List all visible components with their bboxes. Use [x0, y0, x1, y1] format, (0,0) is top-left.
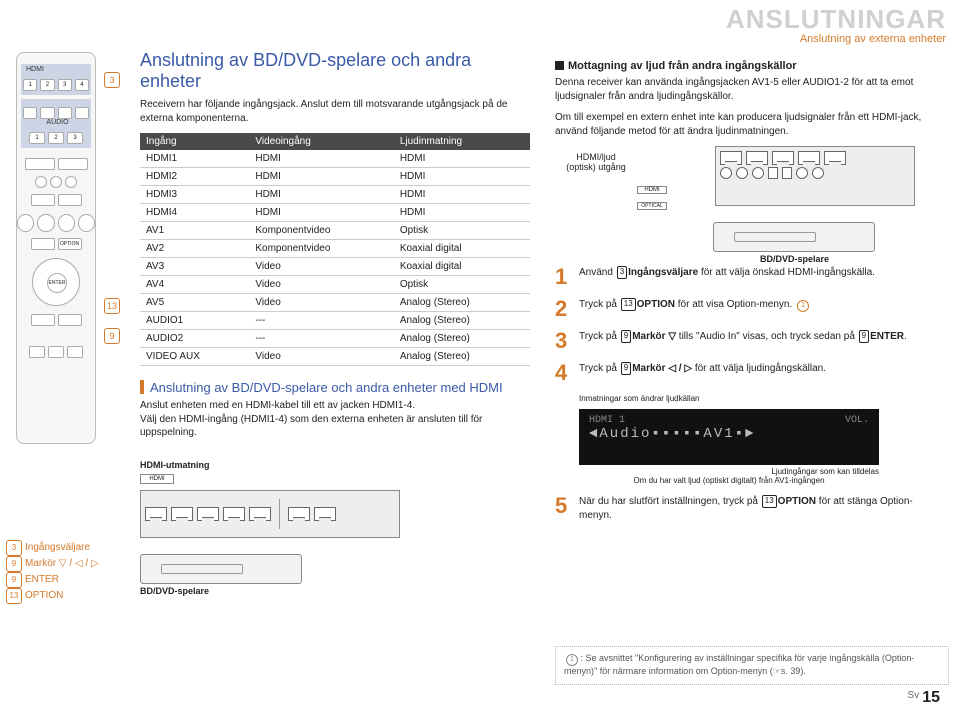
subheading-hdmi: Anslutning av BD/DVD-spelare och andra e…: [140, 380, 530, 395]
osd-post-caption: Ljudingångar som kan tilldelas: [579, 467, 879, 476]
table-row: HDMI4HDMIHDMI: [140, 204, 530, 222]
remote-hdmi-1: 1: [23, 79, 37, 91]
fig-optical-label: HDMI/ljud (optisk) utgång: [561, 152, 631, 172]
remote-hdmi-2: 2: [40, 79, 54, 91]
th-input: Ingång: [140, 133, 249, 150]
hdmi-out-label: HDMI-utmatning: [140, 460, 530, 470]
table-row: AV4VideoOptisk: [140, 276, 530, 294]
figure-optical: HDMI/ljud (optisk) utgång HDMI OPTICAL B…: [615, 146, 915, 256]
right-heading: Mottagning av ljud från andra ingångskäl…: [555, 60, 945, 72]
table-row: HDMI1HDMIHDMI: [140, 150, 530, 168]
hdmi-port-icon: [145, 507, 167, 521]
page-number: Sv15: [908, 689, 940, 707]
table-row: AUDIO2---Analog (Stereo): [140, 330, 530, 348]
table-row: AV2KomponentvideoKoaxial digital: [140, 240, 530, 258]
table-row: VIDEO AUXVideoAnalog (Stereo): [140, 348, 530, 366]
square-bullet-icon: [555, 61, 564, 70]
th-audio: Ljudinmatning: [394, 133, 530, 150]
steps-list: 1 Använd 3Ingångsväljare för att välja ö…: [555, 266, 945, 384]
right-p1: Denna receiver kan använda ingångsjacken…: [555, 76, 945, 103]
remote-hdmi-3: 3: [58, 79, 72, 91]
callout-3: 3: [104, 72, 120, 88]
paragraph-2: Välj den HDMI-ingång (HDMI1-4) som den e…: [140, 413, 530, 440]
step-4: 4 Tryck på 9Markör ◁ / ▷ för att välja l…: [555, 362, 945, 384]
paragraph-1: Anslut enheten med en HDMI-kabel till et…: [140, 399, 530, 413]
osd-mid-caption: Om du har valt ljud (optiskt digitalt) f…: [579, 476, 879, 485]
right-p2: Om till exempel en extern enhet inte kan…: [555, 111, 945, 138]
step-5: 5 När du har slutfört inställningen, try…: [555, 495, 945, 522]
figure-hdmi-out: HDMI-utmatning HDMI BD/DVD-spelare: [140, 460, 530, 596]
remote-enter-button: ENTER: [47, 273, 67, 293]
note-icon: 1: [797, 300, 809, 312]
remote-illustration: HDMI 1 2 3 4 AUDIO 1 2 3 OPTION: [16, 52, 96, 444]
bd-player-icon: [140, 554, 302, 584]
table-row: AV1KomponentvideoOptisk: [140, 222, 530, 240]
step-1: 1 Använd 3Ingångsväljare för att välja ö…: [555, 266, 945, 288]
orange-bar-icon: [140, 380, 144, 394]
table-row: HDMI2HDMIHDMI: [140, 168, 530, 186]
table-row: HDMI3HDMIHDMI: [140, 186, 530, 204]
th-video: Videoingång: [249, 133, 393, 150]
table-row: AUDIO1---Analog (Stereo): [140, 312, 530, 330]
remote-legend: 3Ingångsväljare 9Markör ▽ / ◁ / ▷ 9ENTER…: [6, 540, 99, 604]
osd-pre-caption: Inmatningar som ändrar ljudkällan: [579, 394, 945, 403]
section-title: Anslutning av BD/DVD-spelare och andra e…: [140, 50, 530, 92]
callout-13: 13: [104, 298, 120, 314]
step-3: 3 Tryck på 9Markör ▽ tills "Audio In" vi…: [555, 330, 945, 352]
table-row: AV3VideoKoaxial digital: [140, 258, 530, 276]
remote-hdmi-4: 4: [75, 79, 89, 91]
bd-player-caption: BD/DVD-spelare: [140, 586, 530, 596]
bd-player-icon: [713, 222, 875, 252]
chapter-title: ANSLUTNINGAR: [726, 4, 946, 35]
inputs-table: Ingång Videoingång Ljudinmatning HDMI1HD…: [140, 133, 530, 366]
remote-option-button: OPTION: [58, 238, 82, 250]
intro-text: Receivern har följande ingångsjack. Ansl…: [140, 98, 530, 125]
hdmi-badge: HDMI: [140, 474, 174, 484]
footnote: 1 : Se avsnittet "Konfigurering av instä…: [555, 646, 949, 685]
step-2: 2 Tryck på 13OPTION för att visa Option-…: [555, 298, 945, 320]
callout-9: 9: [104, 328, 120, 344]
osd-display: HDMI 1VOL. ◄Audio▪▪▪▪▪AV1▪►: [579, 409, 879, 465]
remote-audio-label: AUDIO: [23, 119, 89, 126]
rear-panel-diagram: [140, 490, 400, 538]
remote-hdmi-label: HDMI: [23, 66, 89, 73]
table-row: AV5VideoAnalog (Stereo): [140, 294, 530, 312]
breadcrumb: ANSLUTNINGAR Anslutning av externa enhet…: [726, 4, 946, 45]
remote-dpad: ENTER: [32, 258, 80, 306]
